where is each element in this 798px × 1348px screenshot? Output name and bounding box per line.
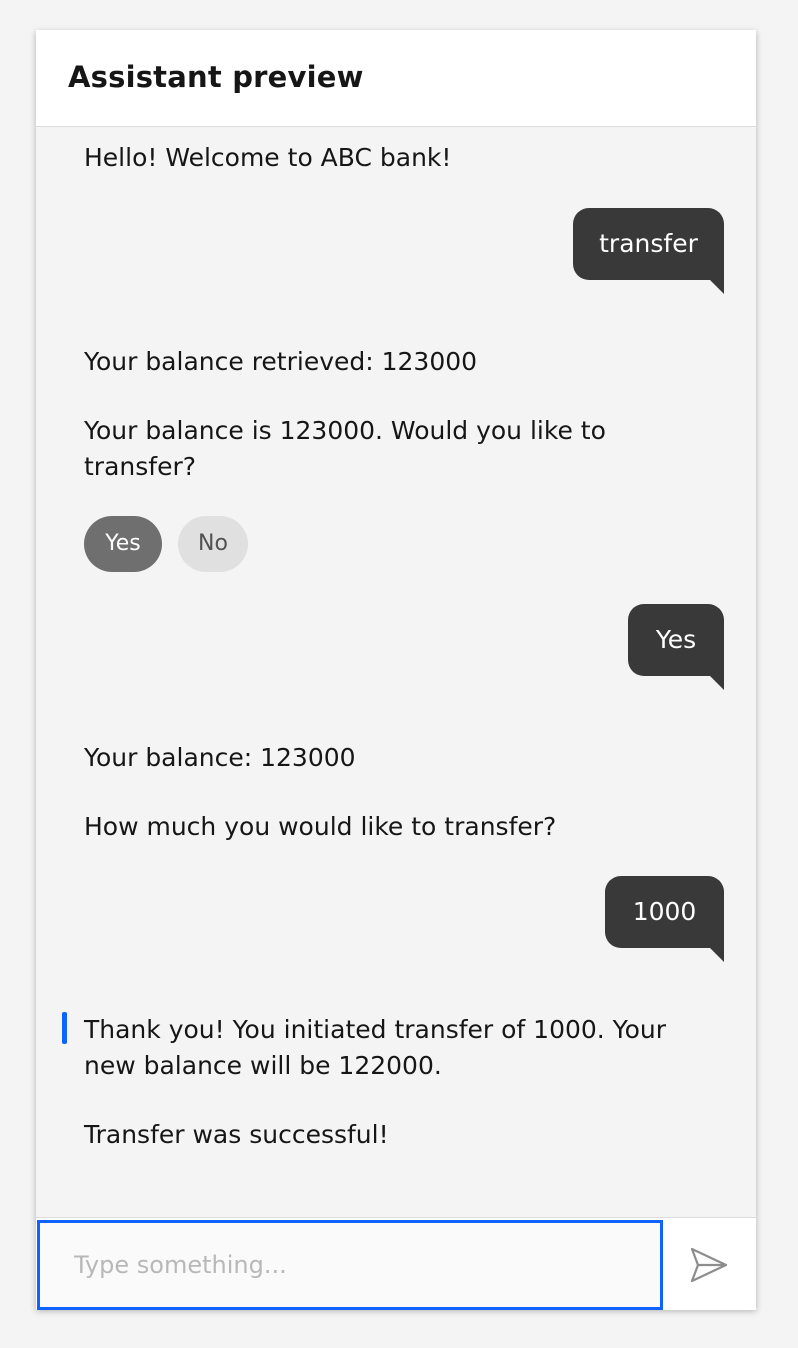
bot-message-balance-retrieved: Your balance retrieved: 123000 (84, 347, 478, 376)
bot-message-transfer-success: Transfer was successful! (84, 1120, 389, 1149)
option-yes-button[interactable]: Yes (84, 516, 162, 572)
option-no-button[interactable]: No (178, 516, 248, 572)
message-input[interactable] (37, 1220, 663, 1310)
composer (36, 1217, 756, 1310)
bot-message-transfer-question: Your balance is 123000. Would you like t… (84, 416, 606, 481)
send-button[interactable] (686, 1242, 732, 1288)
user-message-amount: 1000 (605, 876, 724, 962)
user-message-yes: Yes (628, 604, 724, 690)
panel-title: Assistant preview (68, 60, 364, 94)
panel-header: Assistant preview (36, 30, 756, 127)
bot-message-amount-question: How much you would like to transfer? (84, 812, 557, 841)
bot-message-welcome: Hello! Welcome to ABC bank! (84, 143, 452, 172)
bot-message-balance: Your balance: 123000 (84, 743, 356, 772)
message-focus-indicator (62, 1012, 67, 1044)
assistant-preview-panel: Assistant preview Hello! Welcome to ABC … (36, 30, 756, 1310)
user-message-transfer: transfer (573, 208, 724, 294)
send-icon (690, 1247, 728, 1283)
bot-message-transfer-confirmation: Thank you! You initiated transfer of 100… (84, 1015, 667, 1080)
